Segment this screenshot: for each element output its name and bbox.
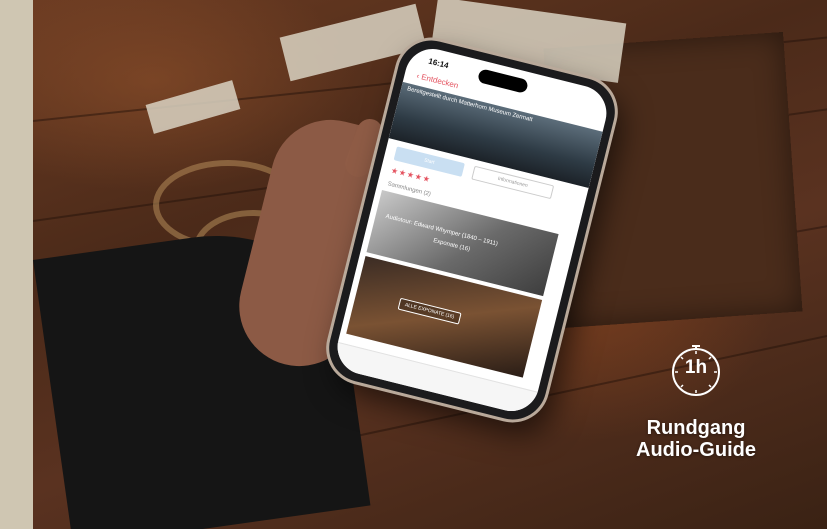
smartphone: 16:14 ‹ Entdecken Bereitgestellt durch M… bbox=[321, 33, 623, 427]
collection-count: Exponate (16) bbox=[432, 238, 471, 253]
all-exhibits-button[interactable]: ALLE EXPONATE (16) bbox=[397, 297, 462, 325]
status-time: 16:14 bbox=[427, 56, 450, 71]
duration-label: 1h bbox=[684, 357, 708, 378]
left-color-strip bbox=[0, 0, 33, 529]
rating-stars: ★★★★★ bbox=[389, 165, 432, 185]
phone-screen: 16:14 ‹ Entdecken Bereitgestellt durch M… bbox=[331, 43, 613, 417]
caption: Rundgang Audio-Guide bbox=[600, 417, 792, 461]
caption-line1: Rundgang bbox=[646, 417, 746, 439]
label-card bbox=[145, 80, 241, 134]
caption-line2: Audio-Guide bbox=[636, 439, 756, 461]
dynamic-island bbox=[476, 68, 529, 94]
hero-caption: Bereitgestellt durch Matterhorn Museum Z… bbox=[406, 86, 534, 124]
